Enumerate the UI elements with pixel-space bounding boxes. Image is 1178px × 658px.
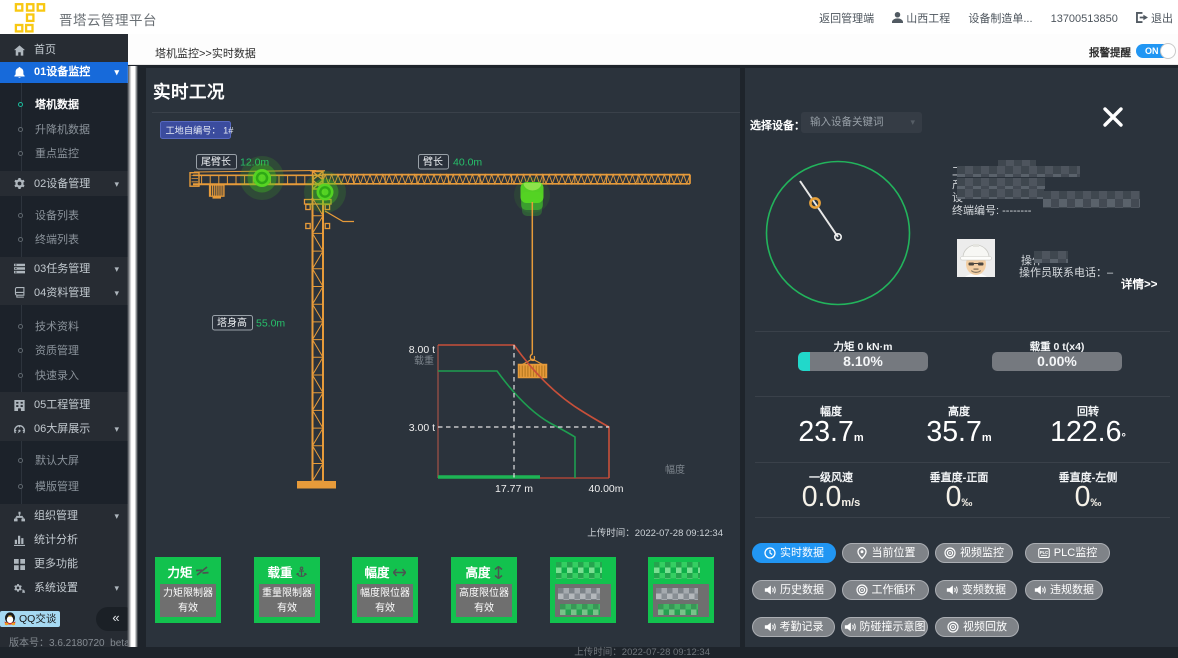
svg-text:臂长: 臂长	[423, 155, 443, 168]
svg-text:40.00m: 40.00m	[588, 483, 623, 495]
svg-text:载重: 载重	[414, 354, 434, 367]
svg-text:3.00 t: 3.00 t	[409, 422, 435, 434]
svg-text:55.0m: 55.0m	[256, 318, 285, 330]
svg-text:尾臂长: 尾臂长	[201, 155, 231, 168]
svg-text:工地自编号： 1#: 工地自编号： 1#	[166, 125, 235, 136]
svg-text:幅度: 幅度	[665, 463, 685, 476]
svg-text:17.77 m: 17.77 m	[495, 483, 533, 495]
svg-text:PLC: PLC	[1040, 550, 1048, 555]
svg-text:塔身高: 塔身高	[217, 316, 247, 329]
svg-text:40.0m: 40.0m	[453, 157, 482, 169]
svg-text:8.00 t: 8.00 t	[409, 344, 435, 356]
